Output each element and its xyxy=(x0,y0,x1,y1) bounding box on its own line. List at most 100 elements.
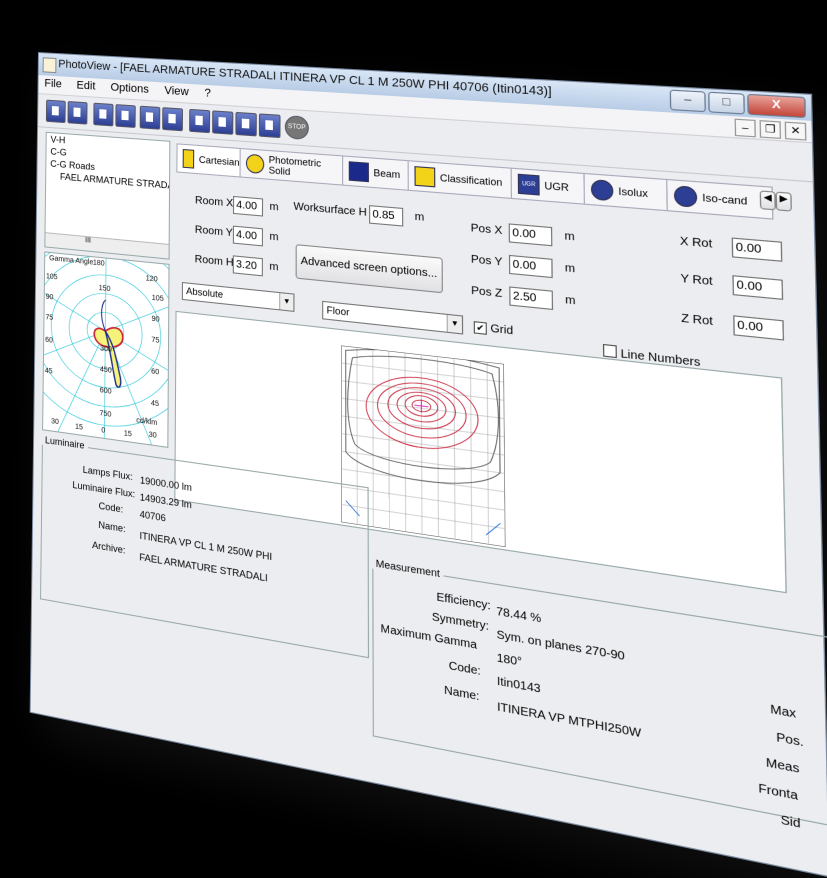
pos-x-label: Pos X xyxy=(471,222,503,237)
sid-cut-label: Sid xyxy=(781,814,801,832)
polar-tick: 45 xyxy=(151,400,159,408)
tab-isolux[interactable]: Isolux xyxy=(583,173,674,212)
photometric-solid-icon xyxy=(246,154,264,174)
ugr-icon: UGR xyxy=(518,174,540,196)
meas-name-label: Name: xyxy=(444,684,479,703)
menu-options[interactable]: Options xyxy=(104,79,155,98)
polar-tick: 105 xyxy=(152,295,164,304)
tab-label: Cartesian xyxy=(199,154,240,168)
archive-label: Archive: xyxy=(92,540,125,556)
chevron-down-icon[interactable]: ▼ xyxy=(447,315,462,333)
stop-icon[interactable]: STOP xyxy=(285,115,309,140)
room-y-label: Room Y xyxy=(195,224,233,239)
polar-tick: 90 xyxy=(152,316,160,324)
polar-bottom-tick: 30 xyxy=(149,431,157,440)
pos-x-input[interactable]: 0.00 xyxy=(509,223,553,246)
screenshot-stage: PhotoView - [FAEL ARMATURE STRADALI ITIN… xyxy=(0,0,827,813)
surface-select-value: Floor xyxy=(327,305,350,318)
menu-edit[interactable]: Edit xyxy=(71,77,102,95)
pos-z-input[interactable]: 2.50 xyxy=(509,286,553,310)
tm14-icon[interactable] xyxy=(235,112,256,137)
menu-help[interactable]: ? xyxy=(198,85,217,103)
pos-x-unit: m xyxy=(564,230,574,243)
polar-tick: 105 xyxy=(46,273,58,281)
x-rot-input[interactable]: 0.00 xyxy=(732,237,783,261)
room-y-input[interactable]: 4.00 xyxy=(233,226,263,247)
z-rot-input[interactable]: 0.00 xyxy=(733,315,784,340)
worksurface-input[interactable]: 0.85 xyxy=(369,205,403,226)
lamps-flux-label: Lamps Flux: xyxy=(83,464,133,482)
y-rot-input[interactable]: 0.00 xyxy=(732,275,783,300)
tab-iso-candela[interactable]: Iso-cand xyxy=(666,179,773,220)
pos-y-label: Pos Y xyxy=(471,254,503,269)
ies-icon[interactable] xyxy=(212,110,233,134)
menu-file[interactable]: File xyxy=(38,75,67,93)
mode-select[interactable]: Absolute ▼ xyxy=(182,282,295,312)
luminaire-group-title: Luminaire xyxy=(42,434,88,451)
polar-diagram: Gamma Angle 180 120 105 90 75 60 45 105 … xyxy=(42,251,169,448)
tab-label: Photometric Solid xyxy=(269,154,342,181)
beam-icon xyxy=(349,161,369,182)
menu-view[interactable]: View xyxy=(158,82,195,101)
polar-top-right-value: 120 xyxy=(146,275,158,284)
lamp-document-icon[interactable] xyxy=(115,104,135,128)
polar-tick: 90 xyxy=(46,293,54,301)
scrollbar-thumb[interactable]: III xyxy=(85,237,91,245)
close-button[interactable]: X xyxy=(747,94,806,118)
mdi-close-button[interactable]: ✕ xyxy=(785,122,807,141)
polar-radial-tick: 150 xyxy=(99,285,111,294)
eulumdat-icon[interactable] xyxy=(189,109,210,133)
export-icon[interactable] xyxy=(140,106,161,130)
luminaire-flux-label: Luminaire Flux: xyxy=(72,479,135,499)
code-label: Code: xyxy=(99,500,124,514)
polar-bottom-tick: 0 xyxy=(101,427,105,435)
tab-beam[interactable]: Beam xyxy=(342,155,415,191)
isolux-icon xyxy=(591,179,614,201)
room-h-input[interactable]: 3.20 xyxy=(233,255,263,276)
pos-y-input[interactable]: 0.00 xyxy=(509,255,553,278)
grid-checkbox[interactable]: ✔ xyxy=(474,321,487,335)
room-y-unit: m xyxy=(269,231,278,244)
mdi-minimize-button[interactable]: – xyxy=(735,119,756,138)
open-file-icon[interactable] xyxy=(46,100,66,124)
mode-select-value: Absolute xyxy=(186,286,223,300)
minimize-button[interactable]: – xyxy=(670,90,706,113)
photoview-window: PhotoView - [FAEL ARMATURE STRADALI ITIN… xyxy=(30,52,827,878)
document-icon[interactable] xyxy=(93,103,113,127)
chevron-down-icon[interactable]: ▼ xyxy=(279,293,293,311)
room-x-input[interactable]: 4.00 xyxy=(233,196,263,217)
print-icon[interactable] xyxy=(162,107,183,131)
tab-cartesian[interactable]: Cartesian xyxy=(176,143,246,178)
polar-tick: 60 xyxy=(45,337,53,345)
luminaire-tree[interactable]: V-H C-G C-G Roads FAEL ARMATURE STRADALI… xyxy=(44,132,170,260)
eps-icon[interactable] xyxy=(259,113,281,138)
tab-label: Beam xyxy=(373,167,400,180)
polar-bottom-tick: 30 xyxy=(51,418,59,426)
pos-z-label: Pos Z xyxy=(471,285,502,300)
polar-bottom-tick: 15 xyxy=(124,430,132,439)
z-rot-label: Z Rot xyxy=(681,312,713,328)
line-numbers-checkbox[interactable] xyxy=(603,344,617,358)
maximize-button[interactable]: □ xyxy=(708,92,745,115)
polar-top-value: 180 xyxy=(93,259,105,267)
advanced-screen-options-button[interactable]: Advanced screen options... xyxy=(296,244,443,293)
tab-label: UGR xyxy=(544,180,569,193)
tab-scroll-left-icon[interactable]: ◀ xyxy=(760,190,776,210)
classification-icon xyxy=(414,166,435,187)
symmetry-label: Symmetry: xyxy=(432,611,489,633)
room-x-unit: m xyxy=(270,201,279,214)
mdi-restore-button[interactable]: ❐ xyxy=(759,120,781,139)
code-value: 40706 xyxy=(140,509,166,524)
grid-label: Grid xyxy=(490,323,513,338)
room-x-label: Room X xyxy=(195,195,233,210)
lamps-flux-value: 19000.00 lm xyxy=(140,475,192,493)
efficiency-value: 78.44 % xyxy=(496,606,541,626)
maximum-gamma-value: 180° xyxy=(497,652,522,669)
save-file-icon[interactable] xyxy=(67,101,87,125)
y-rot-label: Y Rot xyxy=(680,273,712,289)
app-icon xyxy=(43,57,57,73)
room-h-label: Room H xyxy=(195,254,234,269)
tab-scroll-right-icon[interactable]: ▶ xyxy=(776,192,792,212)
tab-ugr[interactable]: UGR UGR xyxy=(511,168,592,206)
polar-radial-tick: 300 xyxy=(100,345,112,354)
